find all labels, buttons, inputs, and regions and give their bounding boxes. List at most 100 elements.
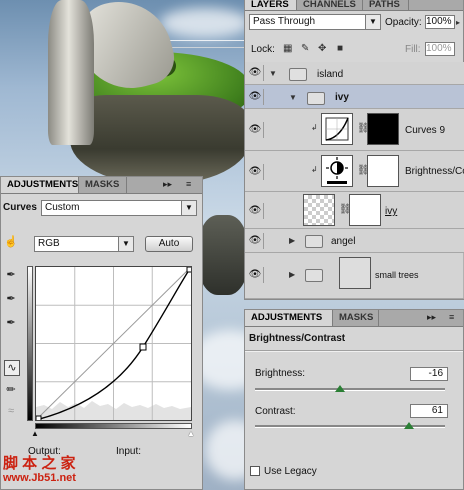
adjustment-title: Curves [3,202,37,213]
layer-name: small trees [375,270,419,280]
collapse-arrow-icon[interactable]: ▶ [289,270,295,279]
layer-row-angel[interactable]: 👁 ▶ angel [245,229,464,253]
lock-all-icon[interactable]: ■ [337,43,343,54]
layer-name: ivy [335,92,349,103]
curve-point[interactable] [139,343,147,351]
layer-row-brightness[interactable]: 👁 ↲ ⛓ Brightness/Co [245,151,464,192]
lock-move-icon[interactable]: ✥ [318,43,326,54]
smooth-icon[interactable]: ≈ [4,404,18,418]
white-eyedropper-icon[interactable]: ✒ [4,316,18,330]
output-gradient-bar [27,266,33,421]
brightness-slider-handle[interactable] [335,385,345,392]
tab-channels[interactable]: CHANNELS [297,0,363,10]
mask-thumbnail[interactable] [367,113,399,145]
white-point-slider-icon[interactable]: ▲ [187,429,195,438]
lock-paint-icon[interactable]: ✎ [301,43,309,54]
tab-adjustments[interactable]: ADJUSTMENTS [245,310,333,326]
black-point-slider-icon[interactable]: ▲ [31,429,39,438]
mask-thumbnail[interactable] [367,155,399,187]
eye-icon[interactable]: 👁 [247,233,264,249]
tab-paths[interactable]: PATHS [363,0,409,10]
brightness-input[interactable]: -16 [410,367,448,381]
curve-edit-icon[interactable]: ∿ [4,360,20,376]
auto-button[interactable]: Auto [145,236,193,252]
tab-layers[interactable]: LAYERS [245,0,297,10]
tab-adjustments[interactable]: ADJUSTMENTS [1,177,79,193]
brightness-adjustments-panel: ADJUSTMENTS MASKS ▸▸ ≡ Brightness/Contra… [244,309,464,490]
island-rock [70,95,250,185]
layer-row-island[interactable]: 👁 ▼ island [245,62,464,85]
angel-statue [48,0,94,145]
opacity-arrow-icon[interactable]: ▸ [456,18,460,27]
eye-icon[interactable]: 👁 [247,164,264,180]
layer-row-ivy[interactable]: 👁 ⛓ ivy [245,192,464,229]
on-image-adjust-icon[interactable]: ☝ [4,235,18,249]
curves-graph[interactable] [35,266,193,422]
preset-value: Custom [45,202,80,213]
blend-mode-value: Pass Through [253,16,316,27]
layer-row-curves[interactable]: 👁 ↲ ⛓ Curves 9 [245,109,464,151]
clip-arrow-icon: ↲ [311,123,318,132]
eye-icon[interactable]: 👁 [247,203,264,219]
input-label: Input: [116,446,142,457]
expand-arrow-icon[interactable]: ▼ [269,69,277,78]
folder-icon [289,68,307,81]
fence [168,40,248,48]
layer-name: angel [331,236,356,247]
layers-panel: LAYERS CHANNELS PATHS Pass Through ▼ Opa… [244,0,464,300]
floating-rock [198,215,248,295]
layer-thumbnail[interactable] [339,257,371,289]
folder-icon [305,235,323,248]
tab-masks[interactable]: MASKS [333,310,379,326]
blend-mode-select[interactable]: Pass Through ▼ [249,14,381,30]
channel-select[interactable]: RGB ▼ [34,236,134,252]
panel-menu-icon[interactable]: ≡ [449,312,454,322]
black-eyedropper-icon[interactable]: ✒ [4,268,18,282]
fill-input[interactable]: 100% [425,42,455,56]
panel-menu-icon[interactable]: ≡ [186,179,191,189]
curves-icon [321,113,353,145]
pencil-icon[interactable]: ✏ [4,383,18,397]
collapse-icon[interactable]: ▸▸ [427,312,436,323]
layer-name: ivy [385,206,398,217]
tab-masks[interactable]: MASKS [79,177,127,193]
contrast-input[interactable]: 61 [410,404,448,418]
layer-name: Brightness/Co [405,166,464,177]
adjustment-title: Brightness/Contrast [249,333,346,344]
curve-endpoint-white[interactable] [186,266,193,273]
eye-icon[interactable]: 👁 [247,65,264,81]
channel-value: RGB [38,238,60,249]
layer-row-small-trees[interactable]: 👁 ▶ small trees [245,253,464,299]
use-legacy-checkbox[interactable] [250,466,260,476]
eye-icon[interactable]: 👁 [247,122,264,138]
contrast-slider-track[interactable] [255,425,445,428]
watermark-line2: www.Jb51.net [3,472,76,484]
layer-row-ivy-group[interactable]: 👁 ▼ ivy [245,85,464,109]
eye-icon[interactable]: 👁 [247,267,264,283]
gray-eyedropper-icon[interactable]: ✒ [4,292,18,306]
layer-name: island [317,69,344,80]
collapse-icon[interactable]: ▸▸ [163,179,172,190]
layers-tabbar: LAYERS CHANNELS PATHS [245,0,463,11]
curve-endpoint-black[interactable] [35,415,42,422]
watermark-line1: 脚 本 之 家 [3,455,76,472]
chevron-down-icon: ▼ [181,201,196,215]
cloud [160,8,250,38]
mask-thumbnail[interactable] [349,194,381,226]
collapse-arrow-icon[interactable]: ▶ [289,236,295,245]
expand-arrow-icon[interactable]: ▼ [289,93,297,102]
adjustments-tabbar: ADJUSTMENTS MASKS ▸▸ ≡ [1,177,202,194]
layer-thumbnail[interactable] [303,194,335,226]
eye-icon[interactable]: 👁 [247,89,264,105]
divider [245,350,463,352]
brightness-slider-track[interactable] [255,388,445,391]
preset-select[interactable]: Custom ▼ [41,200,197,216]
contrast-slider-handle[interactable] [404,422,414,429]
contrast-label: Contrast: [255,406,296,417]
use-legacy-label: Use Legacy [264,466,317,477]
input-gradient-bar [35,423,192,429]
opacity-input[interactable]: 100% [425,15,455,29]
lock-label: Lock: [251,44,275,55]
layer-name: Curves 9 [405,125,446,136]
lock-transparent-icon[interactable]: ▦ [283,43,292,54]
